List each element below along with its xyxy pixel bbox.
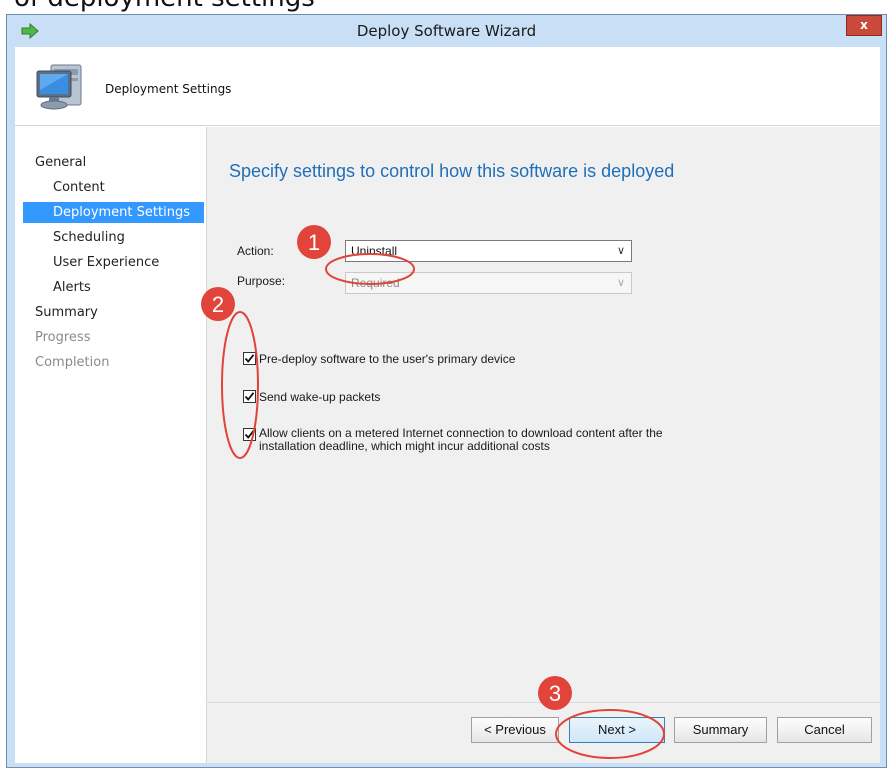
wizard-window: Deploy Software Wizard x Deployment Sett… (6, 14, 887, 768)
wake-up-packets-checkbox[interactable] (243, 390, 256, 403)
chevron-down-icon: ∨ (616, 277, 625, 289)
checkmark-icon (244, 430, 255, 439)
sidebar-item-scheduling[interactable]: Scheduling (15, 227, 206, 248)
page-heading: Specify settings to control how this sof… (229, 161, 675, 181)
metered-connection-checkbox[interactable] (243, 428, 256, 441)
title-bar: Deploy Software Wizard x (7, 15, 886, 47)
sidebar-item-user-experience[interactable]: User Experience (15, 252, 206, 273)
cancel-button[interactable]: Cancel (777, 717, 872, 743)
wizard-client-area: Deployment Settings General Content Depl… (15, 47, 881, 763)
close-button[interactable]: x (846, 15, 882, 36)
window-title: Deploy Software Wizard (356, 22, 537, 40)
summary-button[interactable]: Summary (674, 717, 767, 743)
sidebar-item-general[interactable]: General (15, 152, 206, 173)
next-button[interactable]: Next > (569, 717, 665, 743)
action-value: Uninstall (351, 244, 398, 258)
sidebar-item-alerts[interactable]: Alerts (15, 277, 206, 298)
cropped-caption: of deployment settings (14, 0, 315, 13)
wizard-header: Deployment Settings (15, 47, 880, 126)
metered-connection-label-line2: installation deadline, which might incur… (259, 439, 550, 453)
header-title: Deployment Settings (105, 82, 232, 96)
previous-button[interactable]: < Previous (471, 717, 559, 743)
sidebar-item-summary[interactable]: Summary (15, 302, 206, 323)
footer-divider (207, 702, 881, 703)
chevron-down-icon: ∨ (616, 245, 625, 257)
wizard-content: Specify settings to control how this sof… (206, 127, 881, 763)
sidebar-item-progress: Progress (35, 330, 91, 345)
computer-monitor-icon (31, 57, 91, 117)
checkmark-icon (244, 392, 255, 401)
wizard-sidebar: General Content Deployment Settings Sche… (15, 127, 206, 763)
predeploy-checkbox[interactable] (243, 352, 256, 365)
predeploy-label: Pre-deploy software to the user's primar… (259, 352, 516, 366)
sidebar-item-content[interactable]: Content (15, 177, 206, 198)
purpose-label: Purpose: (237, 274, 286, 288)
purpose-value: Required (351, 276, 400, 290)
sidebar-item-deployment-settings[interactable]: Deployment Settings (23, 202, 204, 223)
purpose-dropdown: Required ∨ (345, 272, 632, 294)
action-dropdown[interactable]: Uninstall ∨ (345, 240, 632, 262)
action-label: Action: (237, 244, 274, 258)
checkmark-icon (244, 354, 255, 363)
wake-up-packets-label: Send wake-up packets (259, 390, 381, 404)
sidebar-item-completion: Completion (35, 355, 110, 370)
